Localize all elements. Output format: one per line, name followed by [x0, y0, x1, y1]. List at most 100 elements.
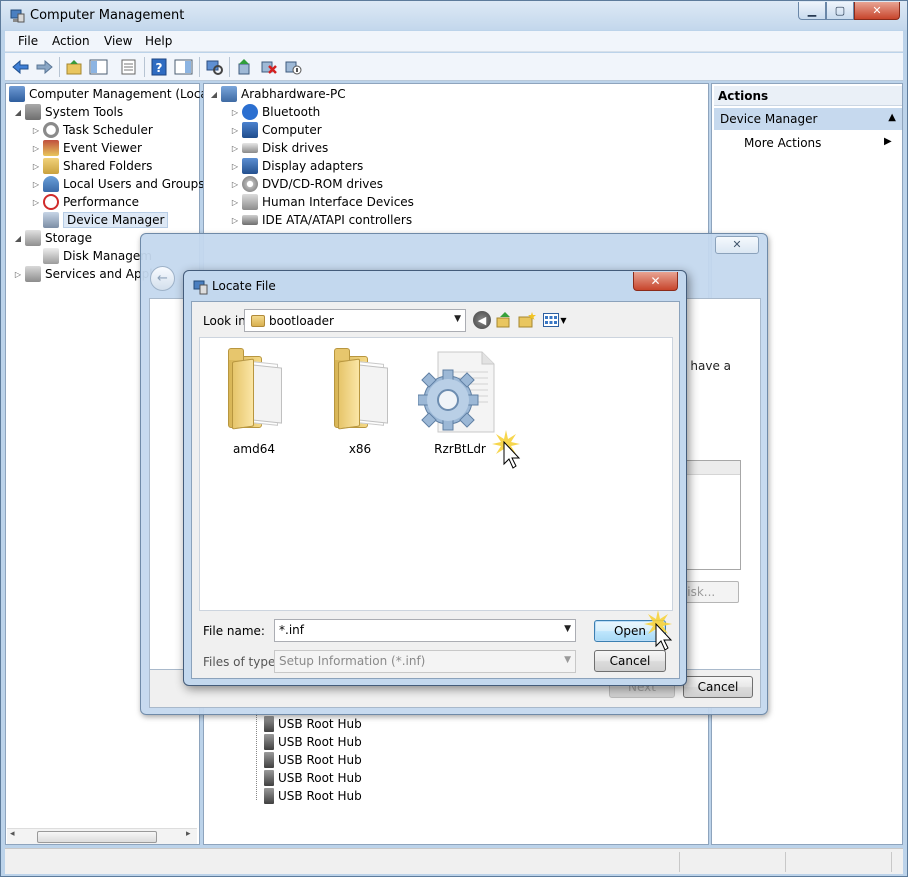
- back-arrow-icon[interactable]: [11, 58, 30, 76]
- tree-item-system-tools[interactable]: ◢ System Tools: [14, 103, 123, 121]
- close-button[interactable]: ✕: [854, 2, 900, 20]
- scroll-thumb[interactable]: [37, 831, 157, 843]
- view-menu-button[interactable]: ▼: [542, 311, 568, 329]
- collapse-arrow-icon[interactable]: ◢: [14, 234, 22, 243]
- expand-arrow-icon[interactable]: ▷: [14, 270, 22, 279]
- usb-root-hub[interactable]: USB Root Hub: [264, 787, 362, 805]
- usb-root-hub[interactable]: USB Root Hub: [264, 715, 362, 733]
- maximize-button[interactable]: ▢: [826, 2, 854, 20]
- show-hide-tree-icon[interactable]: [89, 58, 108, 76]
- device-category[interactable]: ▷ Display adapters: [231, 157, 363, 175]
- wizard-cancel-button[interactable]: Cancel: [683, 676, 753, 698]
- file-name-label: File name:: [203, 624, 265, 638]
- collapse-arrow-icon[interactable]: ◢: [14, 108, 22, 117]
- menu-action[interactable]: Action: [52, 34, 90, 48]
- file-name-input[interactable]: *.inf ▼: [274, 619, 576, 642]
- usb-icon: [264, 752, 274, 768]
- show-action-pane-icon[interactable]: [174, 58, 193, 76]
- menu-file[interactable]: File: [18, 34, 38, 48]
- usb-icon: [264, 716, 274, 732]
- expand-arrow-icon[interactable]: ▷: [231, 126, 239, 135]
- wizard-model-list[interactable]: [681, 460, 741, 570]
- expand-arrow-icon[interactable]: ▷: [231, 216, 239, 225]
- files-of-type-dropdown[interactable]: Setup Information (*.inf) ▼: [274, 650, 576, 673]
- expand-arrow-icon[interactable]: ▷: [32, 144, 40, 153]
- storage-icon: [25, 230, 41, 246]
- title-bar[interactable]: Computer Management ▁ ▢ ✕: [1, 1, 907, 30]
- new-folder-button[interactable]: [518, 311, 536, 329]
- file-item-amd64[interactable]: amd64: [204, 342, 304, 462]
- device-category[interactable]: ▷ Human Interface Devices: [231, 193, 414, 211]
- help-icon[interactable]: ?: [150, 58, 169, 76]
- tree-item-storage[interactable]: ◢ Storage: [14, 229, 92, 247]
- expand-arrow-icon[interactable]: ▷: [231, 198, 239, 207]
- tree-item-local-users[interactable]: ▷ Local Users and Groups: [32, 175, 205, 193]
- chevron-down-icon[interactable]: ▼: [564, 624, 571, 634]
- tree-item-device-manager[interactable]: Device Manager: [43, 211, 169, 229]
- tree-item-shared-folders[interactable]: ▷ Shared Folders: [32, 157, 152, 175]
- device-root[interactable]: ◢ Arabhardware-PC: [210, 85, 346, 103]
- scan-hardware-icon[interactable]: [205, 58, 224, 76]
- file-list[interactable]: amd64 x86 RzrBtLdr: [199, 337, 673, 611]
- tree-item-disk-management[interactable]: Disk Managem: [43, 247, 152, 265]
- wizard-back-button[interactable]: ←: [150, 266, 175, 291]
- tree-item-label: Shared Folders: [63, 159, 153, 173]
- properties-icon[interactable]: [119, 58, 138, 76]
- minimize-button[interactable]: ▁: [798, 2, 826, 20]
- usb-root-hub[interactable]: USB Root Hub: [264, 769, 362, 787]
- tree-item-label: Services and Appl: [45, 267, 153, 281]
- wizard-close-button[interactable]: ✕: [715, 236, 759, 254]
- device-category[interactable]: ▷ Bluetooth: [231, 103, 320, 121]
- tree-item-task-scheduler[interactable]: ▷ Task Scheduler: [32, 121, 153, 139]
- more-actions-label: More Actions: [744, 136, 822, 150]
- usb-root-hub[interactable]: USB Root Hub: [264, 733, 362, 751]
- expand-arrow-icon[interactable]: ▷: [231, 162, 239, 171]
- new-folder-icon: [518, 312, 536, 328]
- usb-hub-label: USB Root Hub: [278, 789, 362, 803]
- expand-arrow-icon[interactable]: ▷: [32, 198, 40, 207]
- file-item-rzrbtldr[interactable]: RzrBtLdr: [400, 342, 500, 462]
- actions-section-device-manager[interactable]: Device Manager ▲: [714, 108, 902, 130]
- file-item-x86[interactable]: x86: [310, 342, 410, 462]
- tree-root[interactable]: Computer Management (Local): [9, 85, 216, 103]
- look-in-dropdown[interactable]: bootloader ▼: [244, 309, 466, 332]
- usb-hub-label: USB Root Hub: [278, 753, 362, 767]
- menu-view[interactable]: View: [104, 34, 132, 48]
- collapse-up-icon[interactable]: ▲: [888, 112, 896, 123]
- disable-device-icon[interactable]: [283, 58, 302, 76]
- device-category[interactable]: ▷ DVD/CD-ROM drives: [231, 175, 383, 193]
- tree-item-event-viewer[interactable]: ▷ Event Viewer: [32, 139, 142, 157]
- folder-icon: [228, 348, 282, 430]
- dialog-close-button[interactable]: ✕: [633, 272, 678, 291]
- expand-arrow-icon[interactable]: ▷: [32, 180, 40, 189]
- forward-arrow-icon[interactable]: [35, 58, 54, 76]
- tree-item-performance[interactable]: ▷ Performance: [32, 193, 139, 211]
- more-actions-item[interactable]: More Actions ▶: [744, 136, 894, 150]
- expand-arrow-icon[interactable]: ▷: [231, 180, 239, 189]
- up-folder-button[interactable]: [495, 311, 513, 329]
- display-adapter-icon: [242, 158, 258, 174]
- update-driver-icon[interactable]: [235, 58, 254, 76]
- uninstall-icon[interactable]: [259, 58, 278, 76]
- close-icon: ✕: [872, 4, 882, 17]
- usb-root-hub[interactable]: USB Root Hub: [264, 751, 362, 769]
- menu-help[interactable]: Help: [145, 34, 172, 48]
- collapse-arrow-icon[interactable]: ◢: [210, 90, 218, 99]
- dvd-drive-icon: [242, 176, 258, 192]
- device-category[interactable]: ▷ Computer: [231, 121, 322, 139]
- dialog-content: Look in: bootloader ▼ ◀ ▼ amd64 x86 RzrB…: [191, 301, 680, 679]
- scroll-right-icon[interactable]: ▸: [186, 829, 191, 839]
- expand-arrow-icon[interactable]: ▷: [32, 126, 40, 135]
- usb-icon: [264, 770, 274, 786]
- back-nav-button[interactable]: ◀: [473, 311, 491, 329]
- tree-horizontal-scrollbar[interactable]: ◂ ▸: [7, 828, 197, 844]
- dialog-title: Locate File: [212, 279, 276, 293]
- expand-arrow-icon[interactable]: ▷: [32, 162, 40, 171]
- scroll-left-icon[interactable]: ◂: [10, 829, 15, 839]
- device-category[interactable]: ▷ IDE ATA/ATAPI controllers: [231, 211, 412, 229]
- device-category[interactable]: ▷ Disk drives: [231, 139, 328, 157]
- expand-arrow-icon[interactable]: ▷: [231, 108, 239, 117]
- expand-arrow-icon[interactable]: ▷: [231, 144, 239, 153]
- tree-item-services[interactable]: ▷ Services and Appl: [14, 265, 153, 283]
- up-folder-icon[interactable]: [65, 58, 84, 76]
